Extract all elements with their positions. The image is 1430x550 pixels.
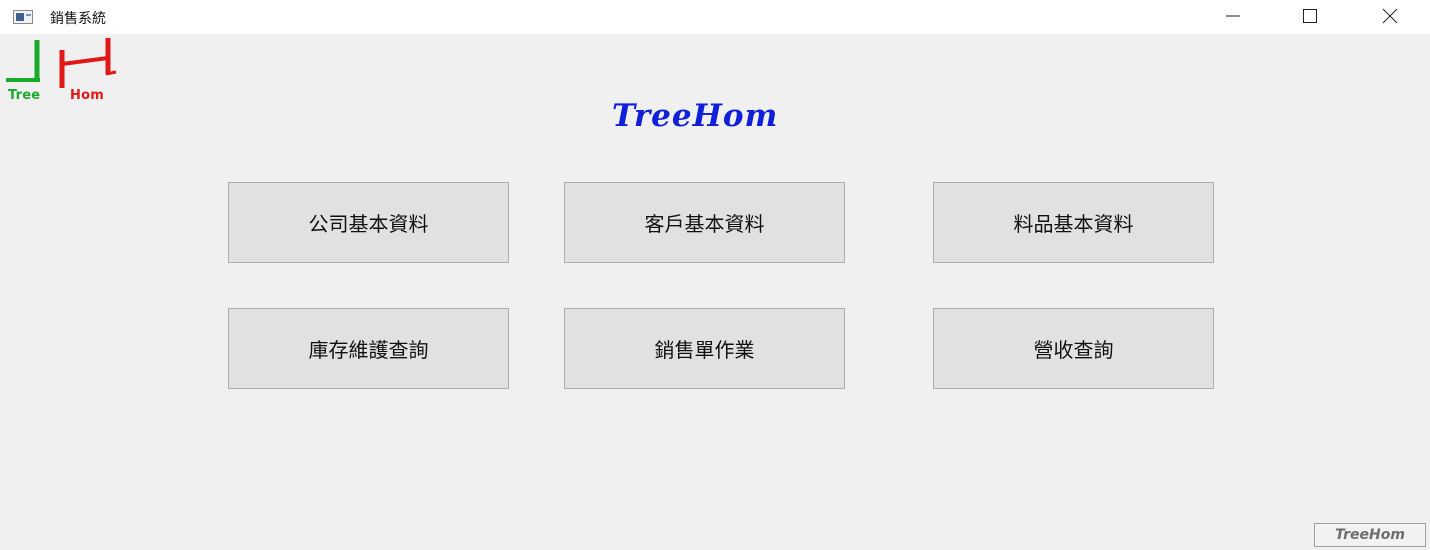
minimize-icon [1226,15,1240,17]
maximize-button[interactable] [1287,0,1333,32]
window-title: 銷售系統 [50,11,106,27]
treehom-logo: Tree Hom [4,36,124,104]
title-bar: 銷售系統 [0,0,1430,34]
logo-text-hom: Hom [70,88,104,103]
maximize-icon [1303,9,1317,23]
logo-text-tree: Tree [8,88,41,103]
close-icon [1382,8,1398,24]
item-info-button[interactable]: 料品基本資料 [933,182,1214,263]
inventory-query-button[interactable]: 庫存維護查詢 [228,308,509,389]
logo-mark-icon [6,38,117,90]
company-info-button[interactable]: 公司基本資料 [228,182,509,263]
footer-brand-badge: TreeHom [1314,523,1426,547]
customer-info-button[interactable]: 客戶基本資料 [564,182,845,263]
close-button[interactable] [1367,0,1413,32]
minimize-button[interactable] [1210,0,1256,32]
revenue-query-button[interactable]: 營收查詢 [933,308,1214,389]
sales-order-button[interactable]: 銷售單作業 [564,308,845,389]
brand-title: TreeHom [612,98,779,134]
app-window-icon [13,10,33,24]
